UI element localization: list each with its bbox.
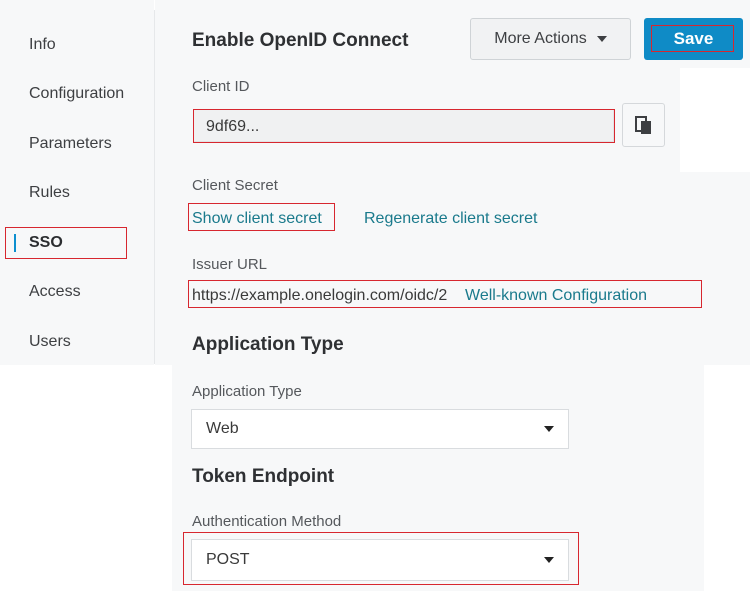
sidebar-item-sso[interactable]: SSO <box>29 234 63 252</box>
caret-down-icon <box>596 36 607 42</box>
application-type-label: Application Type <box>192 383 302 400</box>
authentication-method-select[interactable]: POST <box>191 539 569 581</box>
authentication-method-label: Authentication Method <box>192 513 342 530</box>
save-label: Save <box>673 29 714 48</box>
sidebar-item-parameters[interactable]: Parameters <box>29 135 112 153</box>
sidebar-item-configuration[interactable]: Configuration <box>29 85 124 103</box>
application-type-value: Web <box>206 420 239 437</box>
chevron-down-icon <box>544 426 554 432</box>
sidebar-panel <box>0 0 154 365</box>
application-type-heading: Application Type <box>192 334 344 355</box>
copy-button[interactable] <box>622 103 665 147</box>
sidebar-item-users[interactable]: Users <box>29 333 71 351</box>
client-id-label: Client ID <box>192 78 250 95</box>
authentication-method-value: POST <box>206 551 250 568</box>
chevron-down-icon <box>544 557 554 563</box>
regenerate-client-secret-link[interactable]: Regenerate client secret <box>364 210 537 228</box>
main-panel-mid-right <box>458 172 750 365</box>
client-secret-label: Client Secret <box>192 177 278 194</box>
sidebar-item-access[interactable]: Access <box>29 283 81 301</box>
issuer-url-label: Issuer URL <box>192 256 268 273</box>
save-button[interactable]: Save <box>644 18 743 60</box>
show-client-secret-link[interactable]: Show client secret <box>192 210 322 228</box>
wellknown-configuration-link[interactable]: Well-known Configuration <box>465 287 647 305</box>
active-indicator <box>14 234 16 252</box>
sidebar-item-info[interactable]: Info <box>29 36 56 54</box>
application-type-select[interactable]: Web <box>191 409 569 449</box>
issuer-url-value: https://example.onelogin.com/oidc/2 <box>192 287 448 304</box>
client-id-field[interactable]: 9df69... <box>193 109 614 142</box>
page-title: Enable OpenID Connect <box>192 30 409 51</box>
token-endpoint-heading: Token Endpoint <box>192 466 335 487</box>
more-actions-button[interactable]: More Actions <box>470 18 631 60</box>
more-actions-label: More Actions <box>494 30 587 47</box>
sidebar-item-rules[interactable]: Rules <box>29 184 70 202</box>
copy-icon <box>634 116 651 134</box>
